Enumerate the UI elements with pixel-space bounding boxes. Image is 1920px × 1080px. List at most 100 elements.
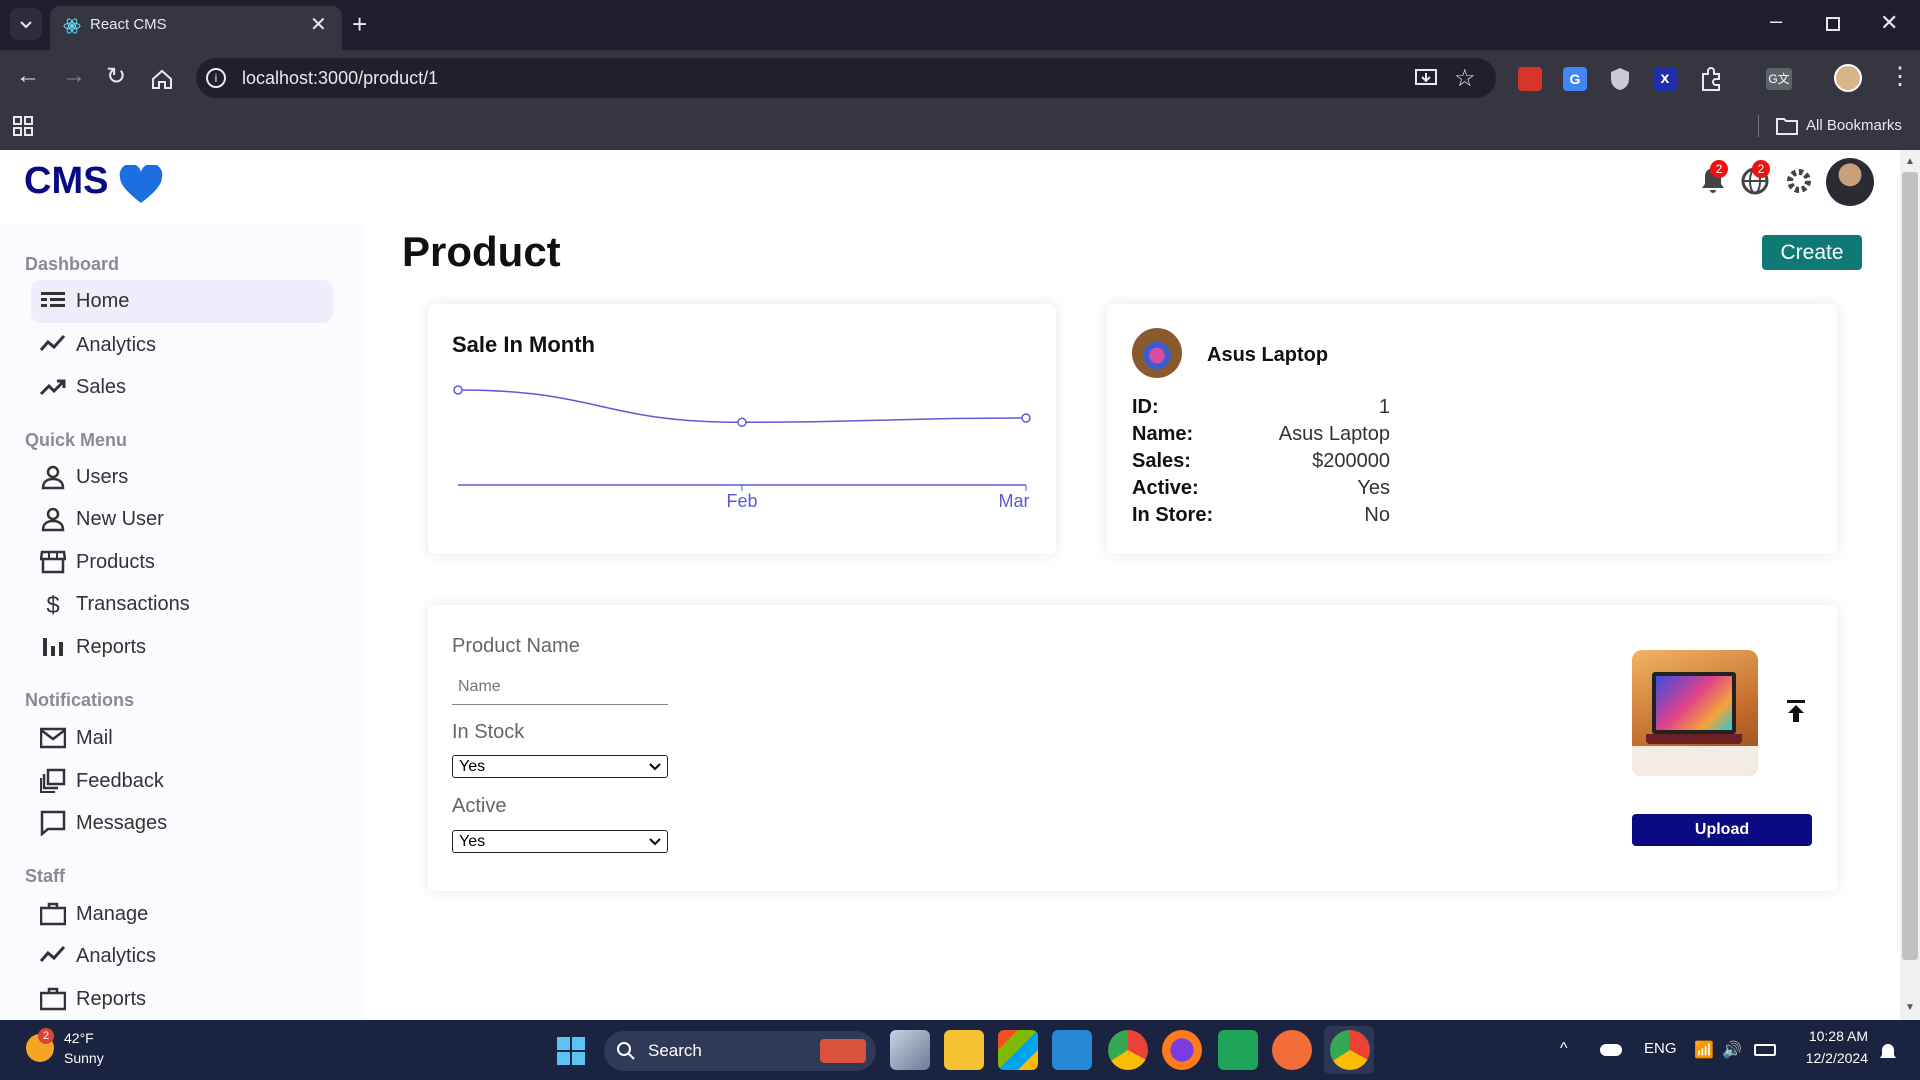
product-details: ID: 1 Name: Asus Laptop Sales: $200000 A… — [1132, 396, 1390, 531]
briefcase-icon — [40, 902, 66, 926]
series-line — [457, 389, 1027, 424]
new-tab-icon[interactable]: + — [352, 8, 367, 40]
in-stock-select[interactable]: Yes — [452, 755, 668, 778]
sidebar-item-analytics[interactable]: Analytics — [40, 332, 156, 358]
x-extension-icon[interactable]: x — [1653, 67, 1677, 91]
install-app-icon[interactable] — [1414, 67, 1438, 89]
detail-row-in-store: In Store: No — [1132, 504, 1390, 531]
sidebar-item-products[interactable]: Products — [40, 549, 155, 575]
wifi-icon[interactable]: 📶 — [1694, 1040, 1714, 1060]
sidebar-item-users[interactable]: Users — [40, 464, 128, 490]
translate-page-icon[interactable]: G文 — [1766, 68, 1792, 90]
product-name-input[interactable] — [452, 669, 668, 705]
shield-extension-icon[interactable] — [1608, 66, 1632, 92]
clock-time[interactable]: 10:28 AM — [1788, 1028, 1868, 1044]
sidebar-item-home[interactable]: Home — [40, 288, 129, 314]
app-green-icon[interactable] — [1218, 1030, 1258, 1070]
battery-icon[interactable] — [1754, 1044, 1776, 1056]
address-bar[interactable]: i localhost:3000/product/1 ☆ — [196, 58, 1496, 98]
detail-key: ID: — [1132, 396, 1159, 418]
ms-store-icon[interactable] — [998, 1030, 1038, 1070]
sidebar-item-sales[interactable]: Sales — [40, 374, 126, 400]
profile-avatar-icon[interactable] — [1834, 64, 1862, 92]
extensions-puzzle-icon[interactable] — [1698, 66, 1724, 92]
browser-tab[interactable]: React CMS ✕ — [50, 6, 342, 50]
sidebar-item-staff-reports[interactable]: Reports — [40, 986, 146, 1012]
active-select[interactable]: Yes — [452, 830, 668, 853]
close-tab-icon[interactable]: ✕ — [310, 12, 327, 37]
bookmarks-bar — [0, 106, 1920, 150]
forward-icon[interactable]: → — [62, 62, 86, 90]
gear-icon[interactable] — [1784, 166, 1814, 196]
tab-search-button[interactable] — [10, 8, 42, 40]
detail-row-sales: Sales: $200000 — [1132, 450, 1390, 477]
site-info-icon[interactable]: i — [206, 68, 226, 88]
sidebar-item-label: Messages — [76, 811, 168, 834]
task-view-icon[interactable] — [890, 1030, 930, 1070]
sidebar-item-new-user[interactable]: New User — [40, 506, 164, 532]
data-point[interactable] — [453, 385, 463, 395]
scroll-up-icon[interactable]: ▲ — [1905, 156, 1915, 167]
back-icon[interactable]: ← — [16, 62, 40, 90]
language-indicator[interactable]: ENG — [1644, 1040, 1677, 1057]
scroll-down-icon[interactable]: ▼ — [1905, 1002, 1915, 1013]
taskbar-search[interactable]: Search — [604, 1031, 876, 1071]
folder-icon — [1776, 118, 1798, 135]
extension-red-icon[interactable] — [1518, 67, 1542, 91]
firefox-icon[interactable] — [1162, 1030, 1202, 1070]
all-bookmarks-link[interactable]: All Bookmarks — [1806, 117, 1902, 134]
clock-date[interactable]: 12/2/2024 — [1788, 1050, 1868, 1066]
postman-icon[interactable] — [1272, 1030, 1312, 1070]
tab-title: React CMS — [90, 16, 167, 33]
data-point[interactable] — [737, 417, 747, 428]
bar-chart-icon — [43, 638, 63, 656]
google-translate-icon[interactable]: G — [1563, 67, 1587, 91]
detail-value: Asus Laptop — [1278, 423, 1390, 445]
scrollbar-track[interactable]: ▲ ▼ — [1900, 150, 1920, 1020]
create-button[interactable]: Create — [1762, 235, 1862, 270]
search-icon — [617, 1042, 635, 1060]
notification-bell-icon[interactable] — [1878, 1042, 1898, 1062]
search-highlight-icon — [820, 1039, 866, 1063]
sidebar-item-manage[interactable]: Manage — [40, 901, 148, 927]
user-avatar[interactable] — [1826, 158, 1874, 206]
close-window-icon[interactable]: ✕ — [1880, 10, 1898, 36]
data-point[interactable] — [1021, 413, 1031, 423]
weather-temp[interactable]: 42°F — [64, 1030, 94, 1046]
windows-start-icon[interactable] — [556, 1036, 586, 1066]
sidebar-item-messages[interactable]: Messages — [40, 810, 167, 836]
sidebar-item-label: Analytics — [76, 944, 157, 967]
browser-menu-icon[interactable]: ⋮ — [1888, 62, 1912, 91]
sidebar-item-label: Home — [76, 289, 130, 312]
vscode-icon[interactable] — [1052, 1030, 1092, 1070]
sidebar-item-mail[interactable]: Mail — [40, 725, 113, 751]
minimize-icon[interactable]: – — [1770, 8, 1782, 34]
app-logo[interactable]: CMS — [24, 160, 108, 203]
sidebar-item-staff-analytics[interactable]: Analytics — [40, 943, 156, 969]
home-icon[interactable] — [150, 68, 174, 90]
weather-desc[interactable]: Sunny — [64, 1050, 104, 1066]
user-icon — [41, 507, 65, 532]
bookmark-star-icon[interactable]: ☆ — [1454, 64, 1476, 93]
volume-icon[interactable]: 🔊 — [1722, 1040, 1742, 1060]
sidebar-item-label: Products — [76, 550, 155, 573]
chevron-down-icon — [649, 762, 661, 770]
url-text[interactable]: localhost:3000/product/1 — [242, 68, 438, 89]
detail-row-name: Name: Asus Laptop — [1132, 423, 1390, 450]
onedrive-icon[interactable] — [1600, 1044, 1622, 1056]
tray-chevron-icon[interactable]: ^ — [1560, 1040, 1568, 1058]
scrollbar-thumb[interactable] — [1902, 172, 1918, 960]
sidebar-item-feedback[interactable]: Feedback — [40, 768, 164, 794]
chrome-active-icon[interactable] — [1330, 1030, 1370, 1070]
sidebar-section-staff: Staff — [25, 866, 65, 886]
file-explorer-icon[interactable] — [944, 1030, 984, 1070]
upload-button[interactable]: Upload — [1632, 814, 1812, 846]
apps-grid-icon[interactable] — [13, 116, 33, 136]
line-chart-icon — [40, 334, 66, 351]
chrome-icon[interactable] — [1108, 1030, 1148, 1070]
sidebar-item-reports[interactable]: Reports — [40, 634, 146, 660]
reload-icon[interactable]: ↻ — [106, 62, 126, 91]
restore-icon[interactable] — [1826, 17, 1840, 31]
sidebar-item-transactions[interactable]: $ Transactions — [40, 591, 189, 617]
upload-icon[interactable] — [1786, 699, 1806, 723]
